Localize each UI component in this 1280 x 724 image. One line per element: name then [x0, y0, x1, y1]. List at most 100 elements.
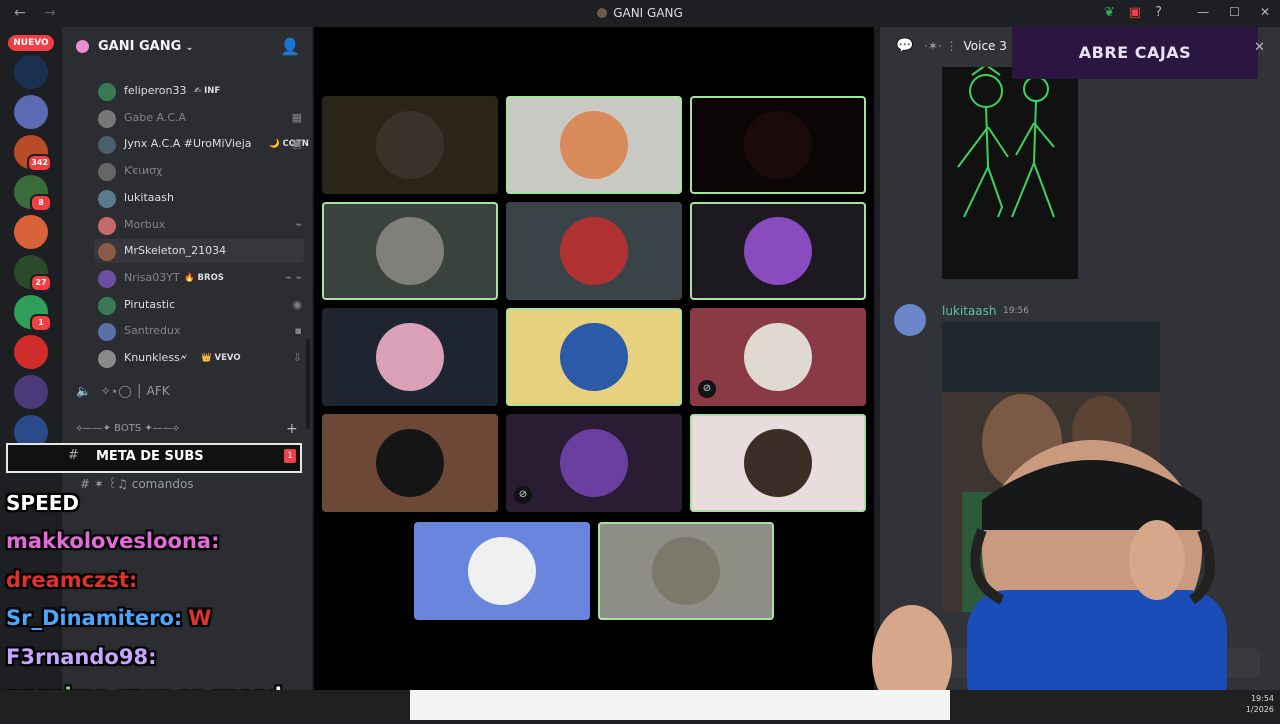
clock: 19:54 1/2026: [1245, 694, 1274, 714]
server-icon: [597, 8, 608, 18]
scrollbar[interactable]: [306, 339, 310, 429]
hashtag-icon: #: [80, 477, 91, 491]
member-name: Gabe A.C.A: [124, 110, 187, 124]
minimize-button[interactable]: —: [1197, 5, 1209, 19]
member-name: Pirutastic: [124, 297, 176, 311]
member-name: lukitaash: [124, 190, 174, 204]
streamer-figure: [872, 440, 1227, 720]
status-icon: ▪: [294, 324, 302, 338]
participant-avatar: [652, 537, 720, 605]
participant-tile[interactable]: ⊘: [506, 414, 682, 512]
avatar: [98, 83, 116, 101]
voice-member[interactable]: Ƙєιиσχ: [94, 159, 304, 183]
notification-badge: 1: [284, 449, 296, 463]
participant-tile[interactable]: [690, 414, 866, 512]
server-icon[interactable]: 8: [14, 175, 52, 212]
hashtag-icon: #: [68, 448, 79, 463]
voice-member[interactable]: Pirutastic ◉: [94, 293, 304, 317]
voice-member[interactable]: Morbux ⌁: [94, 213, 304, 237]
participant-tile[interactable]: ⊘: [690, 308, 866, 406]
afk-channel[interactable]: 🔈 ✧⋆◯ │ AFK: [76, 384, 170, 398]
chat-username: dreamczst:: [6, 568, 138, 592]
participant-avatar: [376, 111, 444, 179]
participant-avatar: [560, 217, 628, 285]
member-name: Jynx A.C.A #UroMiVieja: [124, 137, 252, 151]
server-icon[interactable]: [14, 335, 48, 369]
member-name: Santredux: [124, 324, 181, 338]
avatar: [98, 189, 116, 208]
speed-label: SPEED: [6, 491, 79, 515]
participant-tile[interactable]: [322, 202, 498, 300]
participant-tile[interactable]: [322, 414, 498, 512]
participant-avatar: [376, 429, 444, 497]
close-window-button[interactable]: ✕: [1260, 5, 1270, 19]
avatar: [98, 350, 116, 368]
participant-tile[interactable]: [506, 96, 682, 194]
participant-tile[interactable]: [322, 96, 498, 194]
participant-tile[interactable]: [506, 308, 682, 406]
voice-member[interactable]: Gabe A.C.A ▦: [94, 106, 304, 130]
taskbar-search[interactable]: [410, 690, 950, 720]
server-icon[interactable]: [14, 55, 48, 89]
new-badge[interactable]: NUEVO: [8, 35, 54, 51]
message-timestamp: 19:56: [1003, 306, 1029, 316]
participant-avatar: [744, 323, 812, 391]
muted-mic-icon: ⊘: [514, 486, 532, 504]
speaker-icon: 🔈: [76, 384, 91, 398]
server-icon[interactable]: 342: [14, 135, 52, 172]
guild-icon: [76, 40, 89, 53]
status-icon: ◉: [292, 297, 302, 311]
help-icon[interactable]: ?: [1155, 5, 1162, 20]
avatar: [98, 163, 116, 182]
chat-bubble-icon[interactable]: 💬: [896, 38, 913, 54]
server-icon[interactable]: [14, 95, 48, 129]
chat-message: W: [188, 606, 212, 630]
participant-avatar: [560, 429, 628, 497]
member-tag: ✍ INF: [194, 86, 221, 96]
chat-username: makkolovesloona:: [6, 529, 220, 553]
server-icon[interactable]: [14, 375, 48, 409]
chat-username: F3rnando98:: [6, 645, 157, 669]
voice-member[interactable]: Nrisa03YT 🔥 BROS ⌁ ⌁: [94, 266, 304, 290]
avatar: [98, 136, 116, 155]
participant-tile[interactable]: [414, 522, 590, 620]
participant-tile[interactable]: [598, 522, 774, 620]
taskbar: 19:54 1/2026: [0, 690, 1280, 720]
add-channel-icon[interactable]: +: [286, 421, 298, 437]
voice-member[interactable]: feliperon33 ✍ INF: [94, 79, 304, 103]
member-name: Nrisa03YT: [124, 270, 180, 284]
participant-avatar: [376, 217, 444, 285]
voice-member[interactable]: MrSkeleton_21034: [94, 239, 304, 264]
server-icon[interactable]: 1: [14, 295, 52, 332]
participant-tile[interactable]: [322, 308, 498, 406]
status-icon: ▣: [291, 137, 302, 151]
inbox-icon[interactable]: ▣: [1129, 5, 1141, 20]
participant-avatar: [744, 217, 812, 285]
participant-tile[interactable]: [690, 96, 866, 194]
member-name: Ƙєιиσχ: [124, 164, 163, 178]
server-icon[interactable]: 27: [14, 255, 52, 292]
participant-avatar: [560, 111, 628, 179]
voice-member[interactable]: Santredux ▪: [94, 319, 304, 343]
message-author[interactable]: lukitaash: [942, 304, 997, 318]
unread-badge: 8: [30, 194, 52, 212]
voice-member[interactable]: lukitaash: [94, 186, 304, 210]
channel-comandos[interactable]: # ✶ ꒰♫ comandos: [80, 475, 194, 491]
nitro-leaf-icon[interactable]: ❦: [1104, 5, 1115, 20]
maximize-button[interactable]: ☐: [1229, 5, 1240, 19]
participant-tile[interactable]: [506, 202, 682, 300]
voice-member[interactable]: Jynx A.C.A #UroMiVieja 🌙 COTN ▣: [94, 132, 309, 156]
guild-header[interactable]: GANI GANG ⌄ 👤: [62, 27, 312, 67]
avatar[interactable]: [894, 304, 926, 336]
close-icon[interactable]: ✕: [1254, 40, 1265, 55]
avatar: [98, 323, 116, 342]
add-member-icon[interactable]: 👤: [280, 37, 300, 56]
participant-tile[interactable]: [690, 202, 866, 300]
voice-member[interactable]: Knunkless🗲 👑 VEVO ⇩: [94, 346, 304, 370]
status-icon: ▦: [291, 110, 302, 124]
bots-category[interactable]: ⟡——✦ BOTS ✦——⟡ +: [76, 421, 298, 437]
guild-name[interactable]: GANI GANG ⌄: [98, 39, 193, 54]
unread-badge: 342: [27, 154, 52, 172]
stick-figure-image[interactable]: [942, 63, 1078, 279]
server-icon[interactable]: [14, 215, 48, 249]
